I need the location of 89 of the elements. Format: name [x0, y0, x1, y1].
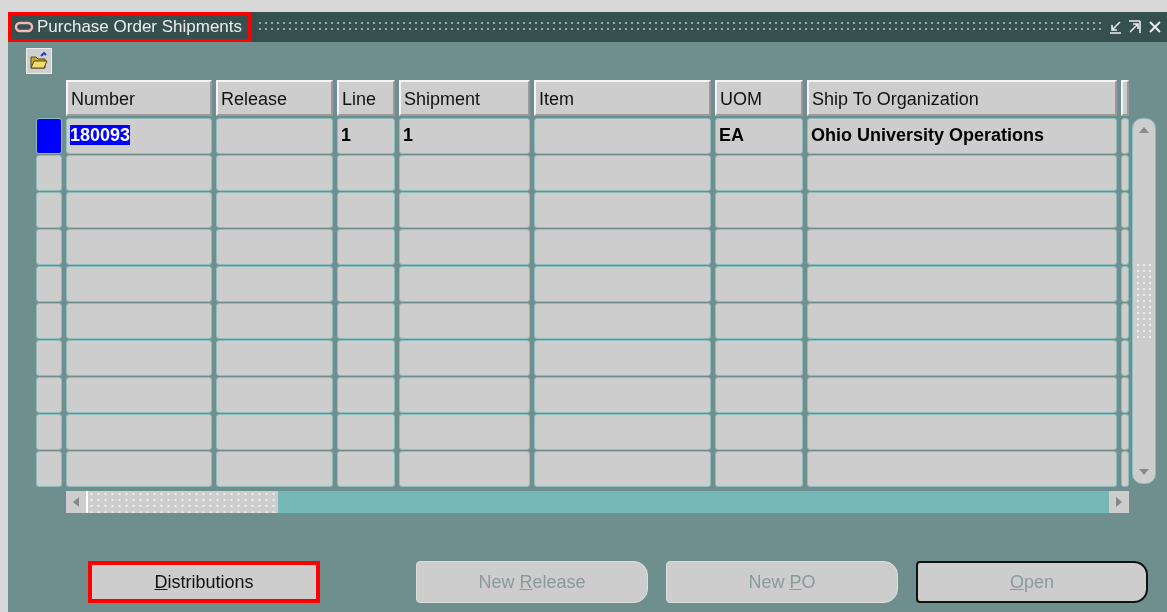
- table-cell[interactable]: [715, 155, 803, 191]
- table-cell[interactable]: [807, 192, 1117, 228]
- table-cell[interactable]: [807, 155, 1117, 191]
- table-cell[interactable]: [216, 155, 333, 191]
- table-cell[interactable]: [399, 155, 530, 191]
- table-cell[interactable]: [534, 192, 711, 228]
- title-text: Purchase Order Shipments: [37, 17, 243, 37]
- table-cell[interactable]: [715, 192, 803, 228]
- table-cell[interactable]: [337, 340, 395, 376]
- column-header[interactable]: Release: [216, 80, 333, 116]
- table-cell[interactable]: [216, 414, 333, 450]
- ring-logo-icon: [14, 21, 34, 33]
- table-cell[interactable]: [399, 451, 530, 487]
- table-cell[interactable]: [66, 340, 212, 376]
- table-cell[interactable]: [66, 229, 212, 265]
- table-cell[interactable]: [715, 377, 803, 413]
- column-header[interactable]: Line: [337, 80, 395, 116]
- column-header[interactable]: Ship To Organization: [807, 80, 1117, 116]
- table-cell[interactable]: [715, 414, 803, 450]
- table-cell[interactable]: [534, 229, 711, 265]
- table-cell[interactable]: [337, 451, 395, 487]
- table-cell[interactable]: [807, 414, 1117, 450]
- table-cell[interactable]: 1: [399, 118, 530, 154]
- table-cell[interactable]: [337, 303, 395, 339]
- table-cell[interactable]: [399, 414, 530, 450]
- table-cell[interactable]: [66, 192, 212, 228]
- table-cell[interactable]: [715, 229, 803, 265]
- table-cell[interactable]: [399, 340, 530, 376]
- table-cell[interactable]: [66, 377, 212, 413]
- record-indicator[interactable]: [36, 118, 62, 154]
- table-cell[interactable]: 180093: [66, 118, 212, 154]
- table-cell[interactable]: [534, 451, 711, 487]
- table-cell[interactable]: 1: [337, 118, 395, 154]
- table-cell[interactable]: [337, 266, 395, 302]
- table-cell[interactable]: [399, 266, 530, 302]
- table-cell[interactable]: [399, 229, 530, 265]
- close-icon[interactable]: [1147, 19, 1163, 35]
- action-button[interactable]: Distributions: [88, 561, 320, 603]
- horizontal-scrollbar[interactable]: [66, 491, 1129, 513]
- table-cell[interactable]: [807, 266, 1117, 302]
- table-cell[interactable]: [399, 377, 530, 413]
- table-cell[interactable]: [216, 451, 333, 487]
- table-cell[interactable]: [66, 303, 212, 339]
- table-cell[interactable]: [534, 266, 711, 302]
- table-cell[interactable]: [715, 451, 803, 487]
- minimize-icon[interactable]: [1107, 19, 1123, 35]
- table-cell[interactable]: [337, 377, 395, 413]
- table-cell[interactable]: [66, 266, 212, 302]
- vertical-scrollbar[interactable]: [1132, 118, 1156, 484]
- open-folder-button[interactable]: [26, 48, 52, 74]
- table-cell[interactable]: [534, 340, 711, 376]
- column-header[interactable]: Number: [66, 80, 212, 116]
- table-cell[interactable]: [216, 377, 333, 413]
- table-cell[interactable]: [337, 229, 395, 265]
- table-cell[interactable]: [216, 118, 333, 154]
- column-header[interactable]: Shipment: [399, 80, 530, 116]
- table-cell[interactable]: [715, 303, 803, 339]
- table-cell[interactable]: Ohio University Operations: [807, 118, 1117, 154]
- table-cell[interactable]: [715, 340, 803, 376]
- scrollbar-thumb[interactable]: [86, 491, 278, 513]
- table-cell[interactable]: [534, 377, 711, 413]
- table-cell[interactable]: EA: [715, 118, 803, 154]
- table-cell[interactable]: [66, 414, 212, 450]
- table-cell[interactable]: [807, 451, 1117, 487]
- table-cell[interactable]: [66, 155, 212, 191]
- table-cell[interactable]: [216, 192, 333, 228]
- table-cell[interactable]: [807, 303, 1117, 339]
- table-cell[interactable]: [399, 192, 530, 228]
- table-cell[interactable]: [534, 118, 711, 154]
- table-cell[interactable]: [66, 451, 212, 487]
- table-cell[interactable]: [807, 340, 1117, 376]
- column-header: [1121, 80, 1129, 116]
- table-cell[interactable]: [807, 377, 1117, 413]
- table-cell[interactable]: [216, 229, 333, 265]
- table-cell[interactable]: [534, 155, 711, 191]
- maximize-icon[interactable]: [1127, 19, 1143, 35]
- table-cell[interactable]: [399, 303, 530, 339]
- table-cell[interactable]: [216, 266, 333, 302]
- table-cell[interactable]: [715, 266, 803, 302]
- table-cell[interactable]: [807, 229, 1117, 265]
- table-cell[interactable]: [216, 340, 333, 376]
- table-cell[interactable]: [337, 155, 395, 191]
- table-cell[interactable]: [534, 414, 711, 450]
- table-cell[interactable]: [216, 303, 333, 339]
- table-cell[interactable]: [337, 414, 395, 450]
- column-header[interactable]: UOM: [715, 80, 803, 116]
- table-cell[interactable]: [337, 192, 395, 228]
- column-header[interactable]: Item: [534, 80, 711, 116]
- table-cell[interactable]: [534, 303, 711, 339]
